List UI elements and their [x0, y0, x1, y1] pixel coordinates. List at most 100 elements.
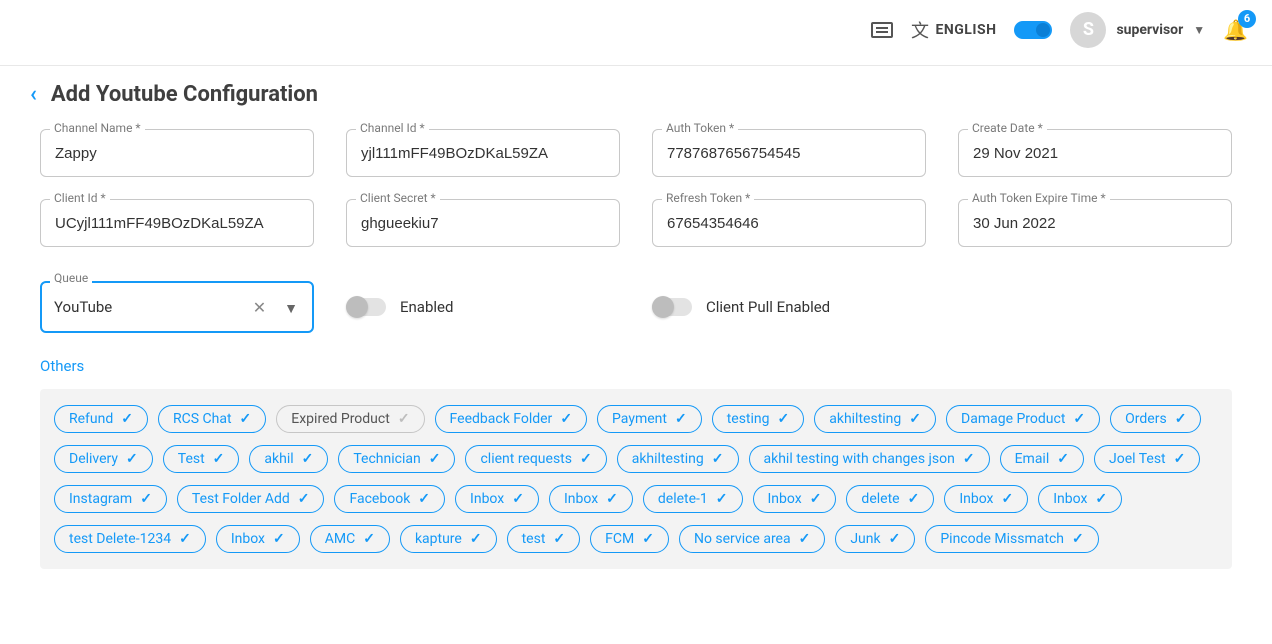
chip-label: Payment: [612, 412, 667, 426]
others-section: Others Refund✓RCS Chat✓Expired Product✓F…: [0, 343, 1272, 569]
chip-item[interactable]: Expired Product✓: [276, 405, 424, 433]
chip-item[interactable]: delete✓: [846, 485, 934, 513]
label-create-date: Create Date *: [968, 121, 1047, 135]
chip-item[interactable]: Inbox✓: [753, 485, 837, 513]
toggle-enabled[interactable]: [346, 298, 386, 316]
check-icon: ✓: [298, 492, 310, 506]
check-icon: ✓: [909, 412, 921, 426]
chip-label: client requests: [480, 452, 572, 466]
back-button[interactable]: ‹: [30, 82, 37, 107]
input-auth-token[interactable]: [652, 129, 926, 177]
chip-label: Junk: [850, 532, 880, 546]
chip-item[interactable]: Inbox✓: [549, 485, 633, 513]
check-icon: ✓: [642, 532, 654, 546]
field-client-pull: Client Pull Enabled: [652, 298, 926, 316]
queue-clear-icon[interactable]: ✕: [249, 294, 270, 321]
chip-label: Technician: [353, 452, 420, 466]
chip-item[interactable]: Junk✓: [835, 525, 915, 553]
language-selector[interactable]: 文 ENGLISH: [911, 17, 996, 43]
keyboard-icon[interactable]: [871, 22, 893, 38]
field-channel-id: Channel Id *: [346, 129, 620, 177]
chip-item[interactable]: Technician ✓: [338, 445, 455, 473]
check-icon: ✓: [1175, 412, 1187, 426]
chip-item[interactable]: FCM ✓: [590, 525, 669, 553]
queue-select[interactable]: YouTube ✕ ▼: [40, 281, 314, 333]
chip-label: Joel Test: [1109, 452, 1166, 466]
input-refresh-token[interactable]: [652, 199, 926, 247]
chip-item[interactable]: AMC✓: [310, 525, 390, 553]
check-icon: ✓: [273, 532, 285, 546]
check-icon: ✓: [580, 452, 592, 466]
chip-item[interactable]: akhil✓: [249, 445, 328, 473]
label-queue: Queue: [50, 271, 92, 285]
field-client-secret: Client Secret *: [346, 199, 620, 247]
chip-item[interactable]: akhiltesting✓: [814, 405, 936, 433]
chip-item[interactable]: Feedback Folder✓: [435, 405, 588, 433]
chip-label: Facebook: [349, 492, 410, 506]
input-channel-name[interactable]: [40, 129, 314, 177]
chip-label: akhiltesting: [632, 452, 704, 466]
chip-label: testing: [727, 412, 770, 426]
chip-item[interactable]: Inbox✓: [216, 525, 300, 553]
chip-item[interactable]: Test✓: [163, 445, 240, 473]
label-channel-name: Channel Name *: [50, 121, 145, 135]
chip-label: Pincode Missmatch: [940, 532, 1064, 546]
chip-item[interactable]: Pincode Missmatch✓: [925, 525, 1098, 553]
page-header: ‹ Add Youtube Configuration: [0, 66, 1272, 117]
chip-item[interactable]: Orders✓: [1110, 405, 1201, 433]
chip-item[interactable]: kapture✓: [400, 525, 497, 553]
chip-label: No service area: [694, 532, 791, 546]
chip-item[interactable]: Inbox✓: [1038, 485, 1122, 513]
check-icon: ✓: [429, 452, 441, 466]
input-client-id[interactable]: [40, 199, 314, 247]
input-client-secret[interactable]: [346, 199, 620, 247]
chip-label: FCM: [605, 532, 634, 546]
check-icon: ✓: [675, 412, 687, 426]
chip-item[interactable]: test ✓: [507, 525, 581, 553]
input-create-date[interactable]: [958, 129, 1232, 177]
chip-item[interactable]: test Delete-1234✓: [54, 525, 206, 553]
chip-item[interactable]: client requests ✓: [465, 445, 606, 473]
chip-item[interactable]: Refund✓: [54, 405, 148, 433]
chip-item[interactable]: Test Folder Add✓: [177, 485, 325, 513]
check-icon: ✓: [140, 492, 152, 506]
chip-item[interactable]: Inbox✓: [944, 485, 1028, 513]
chip-item[interactable]: Damage Product✓: [946, 405, 1100, 433]
field-auth-expire: Auth Token Expire Time *: [958, 199, 1232, 247]
chip-item[interactable]: Delivery✓: [54, 445, 153, 473]
chip-item[interactable]: RCS Chat✓: [158, 405, 266, 433]
notification-badge: 6: [1238, 10, 1256, 28]
chip-item[interactable]: Payment ✓: [597, 405, 702, 433]
chip-item[interactable]: akhiltesting✓: [617, 445, 739, 473]
input-channel-id[interactable]: [346, 129, 620, 177]
chip-item[interactable]: akhil testing with changes json✓: [749, 445, 990, 473]
translate-icon: 文: [911, 17, 930, 43]
chip-label: test: [522, 532, 546, 546]
toggle-client-pull[interactable]: [652, 298, 692, 316]
chevron-down-icon[interactable]: ▼: [278, 296, 300, 319]
chip-item[interactable]: No service area✓: [679, 525, 825, 553]
chip-label: Inbox: [959, 492, 993, 506]
chip-label: Refund: [69, 412, 113, 426]
notifications-button[interactable]: 🔔 6: [1223, 18, 1248, 42]
header-toggle[interactable]: [1014, 21, 1052, 39]
chip-item[interactable]: Joel Test ✓: [1094, 445, 1200, 473]
chip-label: Inbox: [470, 492, 504, 506]
check-icon: ✓: [778, 412, 790, 426]
check-icon: ✓: [1174, 452, 1186, 466]
chip-item[interactable]: Instagram✓: [54, 485, 167, 513]
chip-item[interactable]: Inbox ✓: [455, 485, 539, 513]
label-channel-id: Channel Id *: [356, 121, 429, 135]
check-icon: ✓: [963, 452, 975, 466]
chip-item[interactable]: Email✓: [1000, 445, 1084, 473]
input-auth-expire[interactable]: [958, 199, 1232, 247]
chip-item[interactable]: delete-1✓: [643, 485, 743, 513]
chip-label: delete: [861, 492, 899, 506]
chip-item[interactable]: testing ✓: [712, 405, 805, 433]
chip-label: Damage Product: [961, 412, 1065, 426]
chip-item[interactable]: Facebook✓: [334, 485, 445, 513]
check-icon: ✓: [512, 492, 524, 506]
check-icon: ✓: [553, 532, 565, 546]
chip-label: Inbox: [1053, 492, 1087, 506]
user-menu[interactable]: S supervisor ▼: [1070, 12, 1205, 48]
